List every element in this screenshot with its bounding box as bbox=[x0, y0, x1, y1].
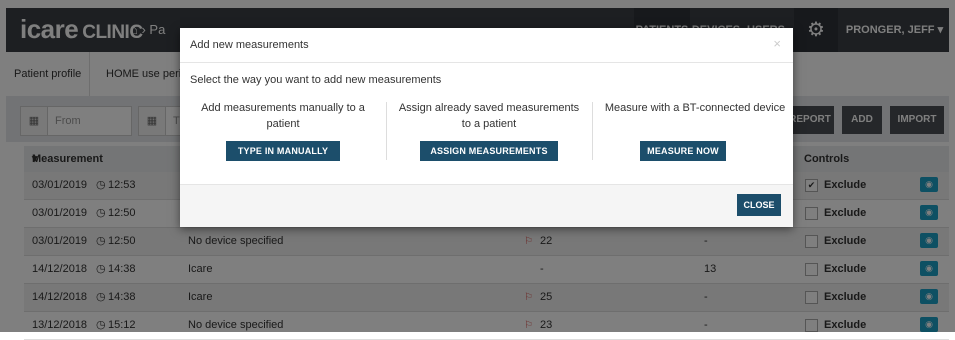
dialog-intro: Select the way you want to add new measu… bbox=[190, 74, 442, 86]
dialog-header: Add new measurements × bbox=[180, 28, 793, 63]
option-manual-desc: Add measurements manually to a patient bbox=[201, 102, 365, 130]
option-measure: Measure with a BT-connected device MEASU… bbox=[592, 100, 793, 170]
option-measure-desc: Measure with a BT-connected device bbox=[604, 102, 786, 114]
measure-now-button[interactable]: MEASURE NOW bbox=[640, 141, 726, 161]
option-manual: Add measurements manually to a patient T… bbox=[180, 100, 386, 170]
add-measurements-dialog: Add new measurements × Select the way yo… bbox=[180, 28, 793, 227]
close-button[interactable]: CLOSE bbox=[737, 194, 781, 216]
assign-measurements-button[interactable]: ASSIGN MEASUREMENTS bbox=[420, 141, 558, 161]
close-icon[interactable]: × bbox=[773, 36, 781, 51]
option-assign-desc: Assign already saved measurements to a p… bbox=[398, 102, 580, 130]
type-in-manually-button[interactable]: TYPE IN MANUALLY bbox=[226, 141, 340, 161]
dialog-footer: CLOSE bbox=[180, 184, 793, 227]
option-assign: Assign already saved measurements to a p… bbox=[386, 100, 592, 170]
dialog-title: Add new measurements bbox=[190, 39, 309, 51]
